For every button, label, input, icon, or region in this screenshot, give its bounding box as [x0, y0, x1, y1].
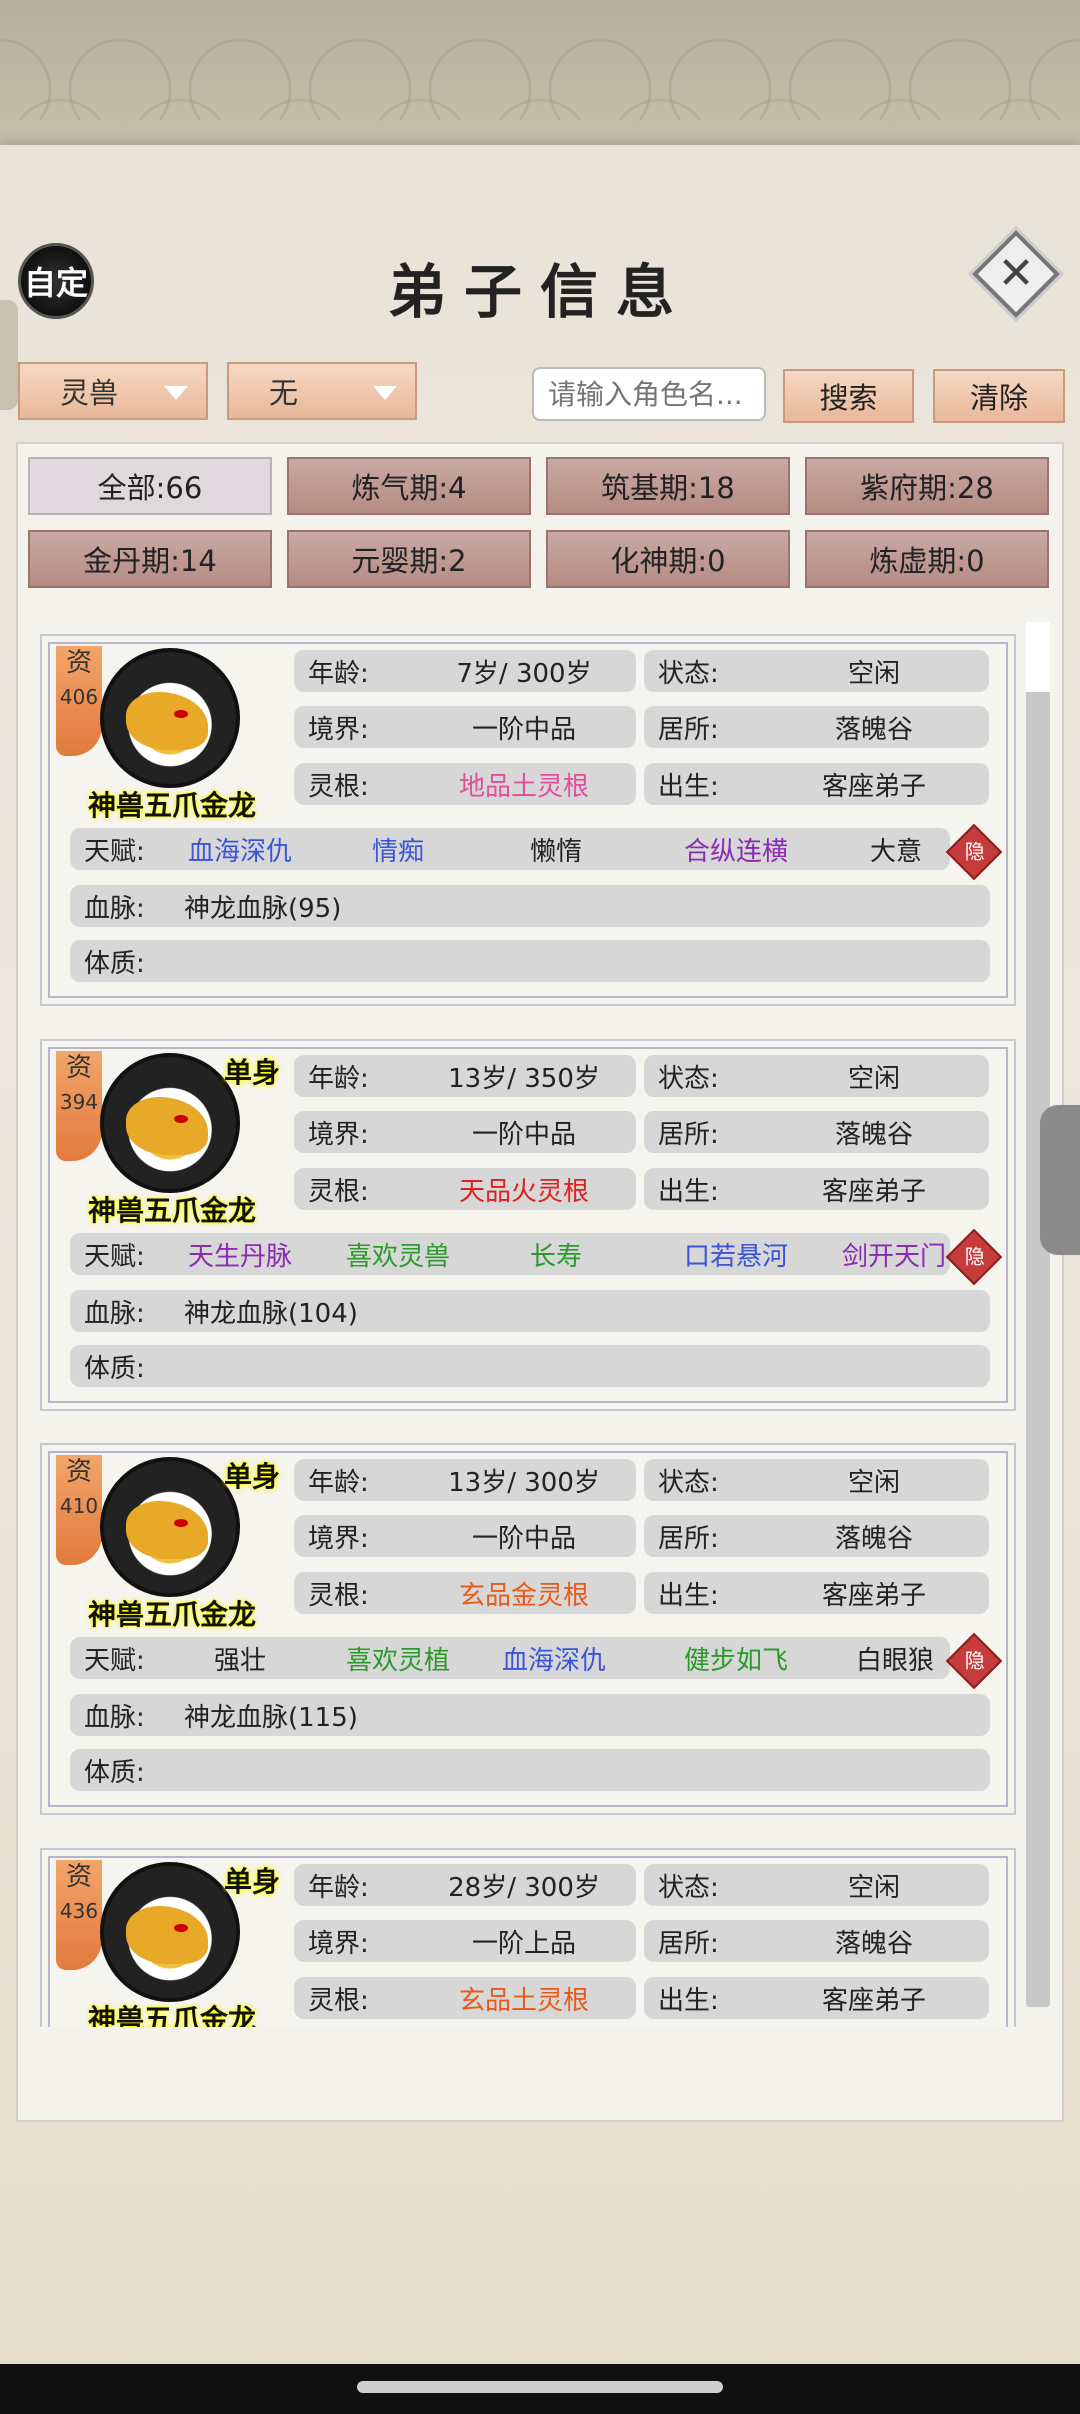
disciple-name: 神兽五爪金龙 [87, 789, 256, 822]
single-badge: 单身 [224, 1460, 281, 1493]
disciple-card[interactable]: 资 394 单身 神兽五爪金龙 年龄: 13岁/ 350岁 状态: 空闲 境界: 一阶中… [40, 1039, 1016, 1411]
realm-filter-huashen[interactable]: 化神期:0 [546, 530, 790, 588]
status-field: 状态: 空闲 [644, 1459, 989, 1501]
close-icon: ✕ [997, 248, 1035, 299]
chevron-down-icon [164, 386, 188, 400]
talent-item: 天生丹脉 [188, 1241, 293, 1272]
residence-field: 居所: 落魄谷 [644, 706, 989, 748]
age-field: 年龄: 13岁/ 300岁 [294, 1459, 636, 1501]
talent-item: 长寿 [530, 1241, 583, 1272]
talent-item: 大意 [870, 836, 923, 867]
talent-item: 强壮 [214, 1645, 267, 1676]
aptitude-tag: 资 406 [56, 646, 102, 756]
dragon-avatar[interactable] [100, 1862, 240, 2002]
talent-item: 合纵连横 [684, 836, 789, 867]
age-field: 年龄: 28岁/ 300岁 [294, 1864, 636, 1906]
status-field: 状态: 空闲 [644, 1055, 989, 1097]
talent-item: 喜欢灵植 [346, 1645, 451, 1676]
disciple-card[interactable]: 资 410 单身 神兽五爪金龙 年龄: 13岁/ 300岁 状态: 空闲 境界: 一阶中… [40, 1443, 1016, 1815]
talent-row: 天赋: 血海深仇 情痴 懒惰 合纵连横 大意 [70, 828, 950, 870]
talent-item: 情痴 [372, 836, 425, 867]
status-field: 状态: 空闲 [644, 650, 989, 692]
realm-filter-lianxu[interactable]: 炼虚期:0 [805, 530, 1049, 588]
spirit-root-field: 灵根: 玄品金灵根 [294, 1572, 636, 1614]
bloodline-field: 血脉: 神龙血脉(115) [70, 1694, 990, 1736]
realm-filter-yuanying[interactable]: 元婴期:2 [287, 530, 531, 588]
disciple-list: 资 406 神兽五爪金龙 年龄: 7岁/ 300岁 状态: 空闲 境界: 一阶中品 居所… [40, 622, 1016, 2027]
spirit-root-field: 灵根: 地品土灵根 [294, 763, 636, 805]
type-dropdown[interactable]: 灵兽 [18, 362, 208, 420]
talent-item: 口若悬河 [684, 1241, 789, 1272]
disciple-name: 神兽五爪金龙 [87, 2003, 256, 2027]
home-indicator[interactable] [357, 2381, 723, 2393]
header-decoration [0, 0, 1080, 160]
physique-field: 体质: [70, 1749, 990, 1791]
physique-field: 体质: [70, 1345, 990, 1387]
aptitude-tag: 资 436 [56, 1860, 102, 1970]
talent-item: 剑开天门 [842, 1241, 947, 1272]
spirit-root-field: 灵根: 天品火灵根 [294, 1168, 636, 1210]
clear-button[interactable]: 清除 [933, 369, 1065, 423]
talent-row: 天赋: 天生丹脉 喜欢灵兽 长寿 口若悬河 剑开天门 [70, 1233, 950, 1275]
talent-item: 白眼狼 [856, 1645, 935, 1676]
age-field: 年龄: 7岁/ 300岁 [294, 650, 636, 692]
talent-item: 血海深仇 [502, 1645, 607, 1676]
talent-item: 血海深仇 [188, 836, 293, 867]
single-badge: 单身 [224, 1056, 281, 1089]
chevron-down-icon [373, 386, 397, 400]
status-field: 状态: 空闲 [644, 1864, 989, 1906]
disciple-card[interactable]: 资 436 单身 神兽五爪金龙 年龄: 28岁/ 300岁 状态: 空闲 境界: 一阶上… [40, 1848, 1016, 2027]
type-dropdown-value: 灵兽 [60, 376, 119, 410]
spirit-root-field: 灵根: 玄品土灵根 [294, 1977, 636, 2019]
realm-filter-jindan[interactable]: 金丹期:14 [28, 530, 272, 588]
dragon-avatar[interactable] [100, 1457, 240, 1597]
talent-item: 健步如飞 [684, 1645, 789, 1676]
birth-field: 出生: 客座弟子 [644, 1168, 989, 1210]
side-drawer-handle[interactable] [1040, 1105, 1080, 1255]
sub-dropdown[interactable]: 无 [227, 362, 417, 420]
aptitude-tag: 资 410 [56, 1455, 102, 1565]
realm-field: 境界: 一阶中品 [294, 706, 636, 748]
search-button[interactable]: 搜索 [783, 369, 914, 423]
age-field: 年龄: 13岁/ 350岁 [294, 1055, 636, 1097]
realm-field: 境界: 一阶上品 [294, 1920, 636, 1962]
realm-filter-zhuji[interactable]: 筑基期:18 [546, 457, 790, 515]
physique-field: 体质: [70, 940, 990, 982]
talent-item: 喜欢灵兽 [346, 1241, 451, 1272]
aptitude-tag: 资 394 [56, 1051, 102, 1161]
dragon-avatar[interactable] [100, 1053, 240, 1193]
disciple-name: 神兽五爪金龙 [87, 1598, 256, 1631]
dragon-avatar[interactable] [100, 648, 240, 788]
single-badge: 单身 [224, 1865, 281, 1898]
search-input[interactable] [532, 367, 766, 421]
residence-field: 居所: 落魄谷 [644, 1920, 989, 1962]
page-title: 弟子信息 [387, 258, 692, 326]
realm-filter-lianqi[interactable]: 炼气期:4 [287, 457, 531, 515]
bloodline-field: 血脉: 神龙血脉(104) [70, 1290, 990, 1332]
talent-item: 懒惰 [530, 836, 583, 867]
bloodline-field: 血脉: 神龙血脉(95) [70, 885, 990, 927]
realm-filter-zifu[interactable]: 紫府期:28 [805, 457, 1049, 515]
residence-field: 居所: 落魄谷 [644, 1515, 989, 1557]
talent-row: 天赋: 强壮 喜欢灵植 血海深仇 健步如飞 白眼狼 [70, 1637, 950, 1679]
scrollbar-thumb[interactable] [1026, 622, 1050, 692]
residence-field: 居所: 落魄谷 [644, 1111, 989, 1153]
birth-field: 出生: 客座弟子 [644, 1572, 989, 1614]
birth-field: 出生: 客座弟子 [644, 1977, 989, 2019]
list-scrollbar[interactable] [1026, 622, 1050, 2007]
sub-dropdown-value: 无 [269, 376, 299, 410]
disciple-name: 神兽五爪金龙 [87, 1194, 256, 1227]
realm-filter-all[interactable]: 全部:66 [28, 457, 272, 515]
realm-field: 境界: 一阶中品 [294, 1111, 636, 1153]
realm-field: 境界: 一阶中品 [294, 1515, 636, 1557]
birth-field: 出生: 客座弟子 [644, 763, 989, 805]
disciple-card[interactable]: 资 406 神兽五爪金龙 年龄: 7岁/ 300岁 状态: 空闲 境界: 一阶中品 居所… [40, 634, 1016, 1006]
